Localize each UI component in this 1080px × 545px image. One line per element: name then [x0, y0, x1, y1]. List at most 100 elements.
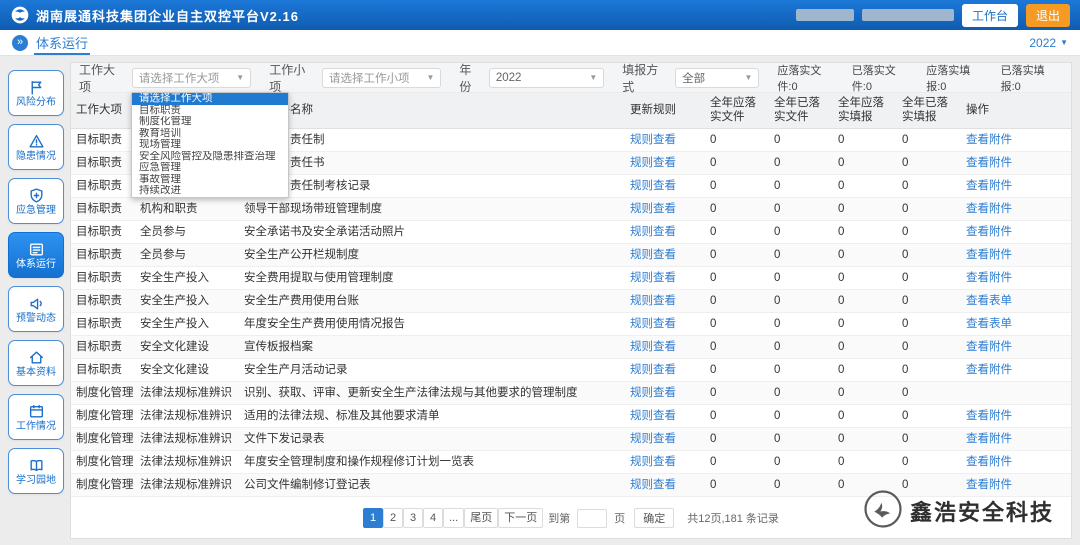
page-ellipsis[interactable]: ... [443, 508, 465, 528]
rule-cell: 规则查看 [625, 289, 705, 313]
count-cell: 0 [769, 335, 833, 359]
action-link[interactable]: 查看附件 [966, 249, 1012, 261]
minor-filter-label: 工作小项 [269, 62, 306, 94]
action-link[interactable]: 查看附件 [966, 226, 1012, 238]
goto-page-input[interactable] [577, 508, 608, 528]
last-page-button[interactable]: 尾页 [464, 508, 499, 528]
minor-cell: 安全文化建设 [135, 335, 239, 359]
count-cell: 0 [769, 243, 833, 267]
action-cell: 查看附件 [961, 151, 1071, 175]
goto-confirm-button[interactable]: 确定 [634, 508, 675, 528]
rule-view-link[interactable]: 规则查看 [630, 180, 676, 192]
dropdown-option[interactable]: 制度化管理 [132, 116, 288, 128]
page-button[interactable]: 1 [363, 508, 384, 528]
action-link[interactable]: 查看附件 [966, 341, 1012, 353]
rule-view-link[interactable]: 规则查看 [630, 456, 676, 468]
action-link[interactable]: 查看附件 [966, 157, 1012, 169]
count-cell: 0 [833, 151, 897, 175]
action-link[interactable]: 查看表单 [966, 318, 1012, 330]
page-button[interactable]: 2 [383, 508, 404, 528]
count-cell: 0 [769, 381, 833, 405]
rule-view-link[interactable]: 规则查看 [630, 410, 676, 422]
chevron-down-icon: ▼ [236, 73, 245, 82]
page-button[interactable]: 3 [403, 508, 424, 528]
count-cell: 0 [769, 128, 833, 152]
rule-view-link[interactable]: 规则查看 [630, 272, 676, 284]
dropdown-option[interactable]: 请选择工作大项 [132, 93, 288, 105]
rule-view-link[interactable]: 规则查看 [630, 318, 676, 330]
rule-view-link[interactable]: 规则查看 [630, 387, 676, 399]
minor-cell: 法律法规标准辨识 [135, 450, 239, 474]
count-cell: 0 [897, 358, 961, 382]
sidebar-item-system[interactable]: 体系运行 [8, 232, 64, 278]
rule-view-link[interactable]: 规则查看 [630, 157, 676, 169]
count-cell: 0 [705, 358, 769, 382]
sidebar-item-emergency[interactable]: 应急管理 [8, 178, 64, 224]
dropdown-option[interactable]: 事故管理 [132, 174, 288, 186]
action-cell: 查看附件 [961, 266, 1071, 290]
action-link[interactable]: 查看附件 [966, 456, 1012, 468]
minor-cell: 安全生产投入 [135, 312, 239, 336]
sidebar-item-alert[interactable]: 预警动态 [8, 286, 64, 332]
major-select[interactable]: 请选择工作大项 ▼ [131, 67, 252, 88]
sidebar-item-risk[interactable]: 风险分布 [8, 70, 64, 116]
sidebar-item-learn[interactable]: 学习园地 [8, 448, 64, 494]
action-link[interactable]: 查看附件 [966, 203, 1012, 215]
dropdown-option[interactable]: 安全风险管控及隐患排查治理 [132, 151, 288, 163]
minor-cell: 全员参与 [135, 243, 239, 267]
major-cell: 目标职责 [71, 266, 135, 290]
count-cell: 0 [769, 266, 833, 290]
table-row: 目标职责 全员参与 安全承诺书及安全承诺活动照片 规则查看 0 0 0 0 查看附件 [71, 220, 1071, 244]
page-buttons: 1 2 3 4... 尾页 下一页 [363, 508, 544, 528]
rule-view-link[interactable]: 规则查看 [630, 295, 676, 307]
next-page-button[interactable]: 下一页 [498, 508, 544, 528]
workbench-button[interactable]: 工作台 [961, 3, 1018, 27]
sidebar-item-label: 学习园地 [16, 474, 56, 486]
major-filter-label: 工作大项 [79, 62, 116, 94]
action-link[interactable]: 查看附件 [966, 180, 1012, 192]
dropdown-option[interactable]: 目标职责 [132, 105, 288, 117]
action-link[interactable]: 查看附件 [966, 364, 1012, 376]
count-cell: 0 [705, 289, 769, 313]
redacted-user-name [861, 9, 954, 21]
rule-cell: 规则查看 [625, 450, 705, 474]
logout-button[interactable]: 退出 [1025, 3, 1070, 27]
action-link[interactable]: 查看附件 [966, 433, 1012, 445]
action-cell: 查看表单 [961, 289, 1071, 313]
sidebar-item-work[interactable]: 工作情况 [8, 394, 64, 440]
double-chevron-icon[interactable]: » [12, 34, 28, 51]
action-link[interactable]: 查看表单 [966, 295, 1012, 307]
rule-view-link[interactable]: 规则查看 [630, 226, 676, 238]
major-cell: 目标职责 [71, 312, 135, 336]
doc-name-cell: 识别、获取、评审、更新安全生产法律法规与其他要求的管理制度 [239, 381, 625, 405]
page-button[interactable]: 4 [423, 508, 444, 528]
minor-select[interactable]: 请选择工作小项 ▼ [322, 67, 442, 88]
count-cell: 0 [705, 128, 769, 152]
count-cell: 0 [769, 289, 833, 313]
rule-view-link[interactable]: 规则查看 [630, 249, 676, 261]
year-dropdown[interactable]: 2022 ▼ [1029, 36, 1068, 50]
year-filter-select[interactable]: 2022 ▼ [488, 67, 605, 88]
dropdown-option[interactable]: 应急管理 [132, 162, 288, 174]
action-link[interactable]: 查看附件 [966, 410, 1012, 422]
dropdown-option[interactable]: 现场管理 [132, 139, 288, 151]
rule-view-link[interactable]: 规则查看 [630, 203, 676, 215]
rule-view-link[interactable]: 规则查看 [630, 134, 676, 146]
mode-select[interactable]: 全部 ▼ [675, 67, 760, 88]
action-link[interactable]: 查看附件 [966, 272, 1012, 284]
action-link[interactable]: 查看附件 [966, 134, 1012, 146]
doc-name-cell: 年度安全管理制度和操作规程修订计划一览表 [239, 450, 625, 474]
dropdown-option[interactable]: 教育培训 [132, 128, 288, 140]
system-run-icon [28, 241, 45, 258]
rule-view-link[interactable]: 规则查看 [630, 364, 676, 376]
column-header: 全年应落实文件 [705, 93, 769, 129]
action-link[interactable]: 查看附件 [966, 479, 1012, 491]
dropdown-option[interactable]: 持续改进 [132, 185, 288, 197]
sidebar-item-hazard[interactable]: 隐患情况 [8, 124, 64, 170]
sidebar-item-basic[interactable]: 基本资料 [8, 340, 64, 386]
rule-view-link[interactable]: 规则查看 [630, 479, 676, 491]
chevron-down-icon: ▼ [426, 73, 435, 82]
rule-view-link[interactable]: 规则查看 [630, 433, 676, 445]
rule-view-link[interactable]: 规则查看 [630, 341, 676, 353]
table-row: 目标职责 安全生产投入 安全生产费用使用台账 规则查看 0 0 0 0 查看表单 [71, 289, 1071, 313]
